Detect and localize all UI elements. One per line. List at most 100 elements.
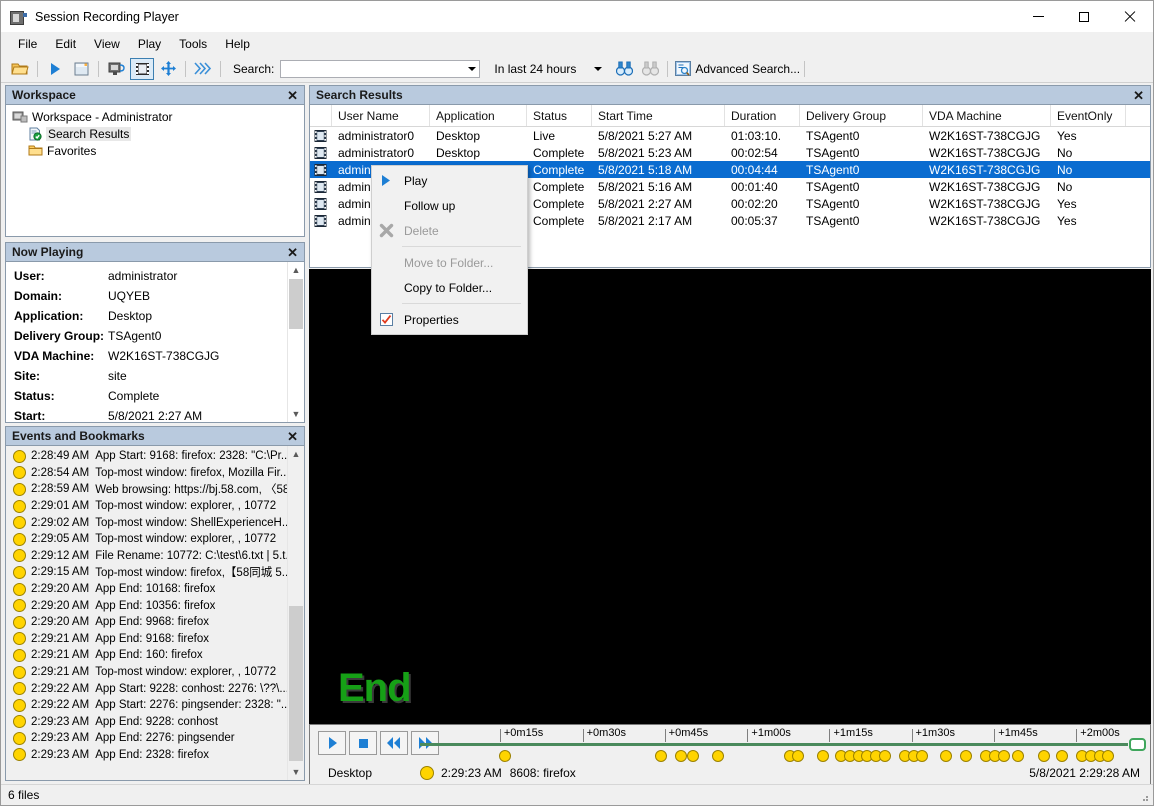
scroll-down-icon[interactable]: ▼	[288, 764, 304, 780]
events-panel-close-icon[interactable]: ✕	[285, 430, 300, 443]
search-results-close-icon[interactable]: ✕	[1131, 89, 1146, 102]
column-header-start-time[interactable]: Start Time	[592, 105, 725, 126]
search-results-icon	[28, 127, 42, 141]
toolbar-play-button[interactable]	[43, 58, 67, 80]
timeline-event-markers[interactable]	[420, 750, 1146, 766]
timeline-event-marker[interactable]	[687, 750, 699, 762]
timeline-event-marker[interactable]	[792, 750, 804, 762]
column-header-application[interactable]: Application	[430, 105, 527, 126]
column-header-eventonly[interactable]: EventOnly	[1051, 105, 1126, 126]
toolbar-film-strip-button[interactable]	[130, 58, 154, 80]
event-list-item[interactable]: 2:29:23 AMApp End: 9228: conhost	[6, 714, 288, 731]
time-range-select[interactable]: In last 24 hours	[490, 60, 605, 78]
scroll-down-icon[interactable]: ▼	[288, 406, 304, 422]
events-list[interactable]: 2:28:49 AMApp Start: 9168: firefox: 2328…	[6, 446, 288, 780]
timeline-event-marker[interactable]	[1038, 750, 1050, 762]
column-header-vda-machine[interactable]: VDA Machine	[923, 105, 1051, 126]
timeline-event-marker[interactable]	[655, 750, 667, 762]
event-list-item[interactable]: 2:29:01 AMTop-most window: explorer, , 1…	[6, 498, 288, 515]
event-list-item[interactable]: 2:29:21 AMTop-most window: explorer, , 1…	[6, 664, 288, 681]
event-time: 2:29:05 AM	[31, 533, 89, 545]
event-list-item[interactable]: 2:29:20 AMApp End: 10356: firefox	[6, 597, 288, 614]
event-list-item[interactable]: 2:29:12 AMFile Rename: 10772: C:\test\6.…	[6, 548, 288, 565]
play-button[interactable]	[318, 731, 346, 755]
events-scrollbar[interactable]: ▲ ▼	[287, 446, 304, 780]
context-menu-item-follow-up[interactable]: Follow up	[372, 193, 527, 218]
chevron-down-icon[interactable]	[468, 67, 476, 71]
find-button[interactable]	[612, 58, 636, 80]
advanced-search-button[interactable]: Advanced Search...	[675, 61, 800, 76]
menu-tools[interactable]: Tools	[170, 34, 216, 54]
now-playing-panel: Now Playing ✕ User: administrator Domain…	[5, 242, 305, 423]
column-header-delivery-group[interactable]: Delivery Group	[800, 105, 923, 126]
event-list-item[interactable]: 2:29:05 AMTop-most window: explorer, , 1…	[6, 531, 288, 548]
timeline-event-marker[interactable]	[998, 750, 1010, 762]
resize-grip-icon[interactable]	[1138, 791, 1150, 803]
event-text: App End: 2276: pingsender	[95, 732, 234, 744]
now-playing-scrollbar[interactable]: ▲ ▼	[287, 262, 304, 422]
scrollbar-thumb[interactable]	[289, 606, 303, 761]
now-playing-close-icon[interactable]: ✕	[285, 246, 300, 259]
maximize-button[interactable]	[1061, 1, 1107, 32]
timeline-event-marker[interactable]	[960, 750, 972, 762]
cell-app: Desktop	[430, 129, 527, 143]
timeline-event-marker[interactable]	[1012, 750, 1024, 762]
scroll-up-icon[interactable]: ▲	[288, 446, 304, 462]
menu-edit[interactable]: Edit	[46, 34, 85, 54]
table-row[interactable]: administrator0DesktopLive5/8/2021 5:27 A…	[310, 127, 1150, 144]
toolbar-window-button[interactable]	[69, 58, 93, 80]
event-list-item[interactable]: 2:29:02 AMTop-most window: ShellExperien…	[6, 514, 288, 531]
event-list-item[interactable]: 2:29:20 AMApp End: 9968: firefox	[6, 614, 288, 631]
scroll-up-icon[interactable]: ▲	[288, 262, 304, 278]
event-list-item[interactable]: 2:29:22 AMApp Start: 2276: pingsender: 2…	[6, 697, 288, 714]
search-input[interactable]	[280, 60, 480, 78]
event-list-item[interactable]: 2:29:23 AMApp End: 2276: pingsender	[6, 730, 288, 747]
timeline-event-marker[interactable]	[879, 750, 891, 762]
timeline-event-marker[interactable]	[675, 750, 687, 762]
timeline-track[interactable]	[420, 743, 1128, 746]
event-list-item[interactable]: 2:28:54 AMTop-most window: firefox, Mozi…	[6, 465, 288, 482]
workspace-panel-close-icon[interactable]: ✕	[285, 89, 300, 102]
timeline-event-marker[interactable]	[940, 750, 952, 762]
context-menu-item-copy-to-folder[interactable]: Copy to Folder...	[372, 275, 527, 300]
toolbar-live-session-button[interactable]	[104, 58, 128, 80]
scrollbar-thumb[interactable]	[289, 279, 303, 329]
timeline-event-marker[interactable]	[499, 750, 511, 762]
event-list-item[interactable]: 2:28:59 AMWeb browsing: https://bj.58.co…	[6, 481, 288, 498]
column-header-status[interactable]: Status	[527, 105, 592, 126]
table-row[interactable]: administrator0DesktopComplete5/8/2021 5:…	[310, 144, 1150, 161]
close-button[interactable]	[1107, 1, 1153, 32]
context-menu-item-properties[interactable]: Properties	[372, 307, 527, 332]
timeline-event-marker[interactable]	[1102, 750, 1114, 762]
toolbar-pan-button[interactable]	[156, 58, 180, 80]
column-header-duration[interactable]: Duration	[725, 105, 800, 126]
toolbar-fast-forward-button[interactable]	[191, 58, 215, 80]
menu-play[interactable]: Play	[129, 34, 170, 54]
event-list-item[interactable]: 2:29:22 AMApp Start: 9228: conhost: 2276…	[6, 680, 288, 697]
timeline[interactable]: +0m15s+0m30s+0m45s+1m00s+1m15s+1m30s+1m4…	[420, 725, 1146, 785]
timeline-event-marker[interactable]	[1056, 750, 1068, 762]
event-list-item[interactable]: 2:29:20 AMApp End: 10168: firefox	[6, 581, 288, 598]
chevron-down-icon[interactable]	[594, 67, 602, 71]
event-list-item[interactable]: 2:29:23 AMApp End: 2328: firefox	[6, 747, 288, 764]
event-list-item[interactable]: 2:29:15 AMTop-most window: firefox,【58同城…	[6, 564, 288, 581]
tree-item-workspace-administrator[interactable]: Workspace - Administrator	[6, 108, 304, 125]
rewind-button[interactable]	[380, 731, 408, 755]
playback-video-area[interactable]: End	[309, 269, 1151, 724]
open-folder-button[interactable]	[8, 58, 32, 80]
stop-button[interactable]	[349, 731, 377, 755]
timeline-event-marker[interactable]	[916, 750, 928, 762]
event-list-item[interactable]: 2:29:21 AMApp End: 160: firefox	[6, 647, 288, 664]
menu-file[interactable]: File	[9, 34, 46, 54]
timeline-event-marker[interactable]	[817, 750, 829, 762]
tree-item-favorites[interactable]: Favorites	[6, 142, 304, 159]
minimize-button[interactable]	[1015, 1, 1061, 32]
context-menu-item-play[interactable]: Play	[372, 168, 527, 193]
event-list-item[interactable]: 2:29:21 AMApp End: 9168: firefox	[6, 631, 288, 648]
tree-item-search-results[interactable]: Search Results	[6, 125, 304, 142]
event-list-item[interactable]: 2:28:49 AMApp Start: 9168: firefox: 2328…	[6, 448, 288, 465]
menu-view[interactable]: View	[85, 34, 129, 54]
column-header-user-name[interactable]: User Name	[332, 105, 430, 126]
timeline-event-marker[interactable]	[712, 750, 724, 762]
menu-help[interactable]: Help	[216, 34, 259, 54]
